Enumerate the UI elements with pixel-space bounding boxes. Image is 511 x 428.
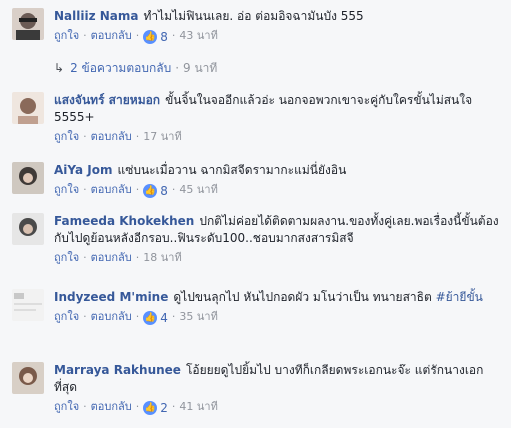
- comment-text-row: Fameeda Khokekhen ปกติไม่ค่อยได้ติดตามผลง…: [54, 213, 499, 247]
- comment-author[interactable]: Fameeda Khokekhen: [54, 214, 194, 228]
- reply-arrow-icon: ↳: [54, 61, 65, 75]
- reply-link[interactable]: ตอบกลับ: [91, 400, 132, 413]
- like-link[interactable]: ถูกใจ: [54, 310, 79, 323]
- like-link[interactable]: ถูกใจ: [54, 251, 79, 264]
- comment-text: แซ่บนะเมื่อวาน ฉากมิสจีดรามากะแม่นี่ยังอ…: [117, 163, 347, 177]
- replies-label: 2 ข้อความตอบกลับ: [70, 61, 172, 75]
- reaction-count[interactable]: 👍 2: [143, 401, 168, 415]
- like-link[interactable]: ถูกใจ: [54, 400, 79, 413]
- avatar[interactable]: [12, 92, 44, 124]
- comment-actions: ถูกใจ · ตอบกลับ · 👍 8 · 43 นาที: [54, 29, 218, 44]
- thumbs-up-icon: 👍: [143, 311, 158, 325]
- replies-time: 9 นาที: [183, 61, 218, 75]
- thumbs-up-icon: 👍: [143, 401, 158, 415]
- avatar[interactable]: [12, 213, 44, 245]
- like-link[interactable]: ถูกใจ: [54, 130, 79, 143]
- comment-time[interactable]: 17 นาที: [143, 130, 181, 143]
- view-replies-link[interactable]: ↳ 2 ข้อความตอบกลับ · 9 นาที: [54, 59, 217, 78]
- comment-time[interactable]: 18 นาที: [143, 251, 181, 264]
- reply-link[interactable]: ตอบกลับ: [91, 29, 132, 42]
- reaction-count[interactable]: 👍 4: [143, 311, 168, 325]
- reaction-count[interactable]: 👍 8: [143, 30, 168, 44]
- avatar[interactable]: [12, 162, 44, 194]
- hashtag-link[interactable]: #ย้ายีขั้น: [436, 290, 483, 304]
- comment-actions: ถูกใจ · ตอบกลับ · 👍 8 · 45 นาที: [54, 183, 218, 198]
- thumbs-up-icon: 👍: [143, 30, 158, 44]
- avatar[interactable]: [12, 289, 44, 321]
- reply-link[interactable]: ตอบกลับ: [91, 310, 132, 323]
- comment-text: ทำไมไม่ฟินนเลย. อ่อ ต่อมอิจฉามันบัง 555: [143, 9, 364, 23]
- comment-text-row: AiYa Jom แซ่บนะเมื่อวาน ฉากมิสจีดรามากะแม…: [54, 162, 507, 179]
- comment-author[interactable]: Marraya Rakhunee: [54, 363, 181, 377]
- comment-author[interactable]: Nalliiz Nama: [54, 9, 139, 23]
- comment-author[interactable]: แสงจันทร์ สายหมอก: [54, 93, 160, 107]
- comment-author[interactable]: AiYa Jom: [54, 163, 112, 177]
- like-link[interactable]: ถูกใจ: [54, 183, 79, 196]
- comment-actions: ถูกใจ · ตอบกลับ · 17 นาที: [54, 130, 182, 143]
- avatar[interactable]: [12, 8, 44, 40]
- comment-time[interactable]: 45 นาที: [179, 183, 217, 196]
- comment-actions: ถูกใจ · ตอบกลับ · 👍 4 · 35 นาที: [54, 310, 218, 325]
- comment-time[interactable]: 35 นาที: [179, 310, 217, 323]
- thumbs-up-icon: 👍: [143, 184, 158, 198]
- reaction-count[interactable]: 👍 8: [143, 184, 168, 198]
- comment-text-row: แสงจันทร์ สายหมอก ขั้นจิ้นในจออีกแล้วอ่ะ …: [54, 92, 499, 126]
- comment-text-row: Marraya Rakhunee โอ้ยยยดูไปยิ้มไป บางทีก็…: [54, 362, 499, 396]
- comment-actions: ถูกใจ · ตอบกลับ · 👍 2 · 41 นาที: [54, 400, 218, 415]
- comment-text: ดูไปขนลุกไป หันไปกอดผัว มโนว่าเป็น ทนายส…: [173, 290, 432, 304]
- reply-link[interactable]: ตอบกลับ: [91, 130, 132, 143]
- like-link[interactable]: ถูกใจ: [54, 29, 79, 42]
- comment-time[interactable]: 43 นาที: [179, 29, 217, 42]
- comment-text-row: Nalliiz Nama ทำไมไม่ฟินนเลย. อ่อ ต่อมอิจฉ…: [54, 8, 507, 25]
- comment-feed: Nalliiz Nama ทำไมไม่ฟินนเลย. อ่อ ต่อมอิจฉ…: [0, 0, 511, 428]
- comment-time[interactable]: 41 นาที: [179, 400, 217, 413]
- avatar[interactable]: [12, 362, 44, 394]
- comment-text-row: Indyzeed M'mine ดูไปขนลุกไป หันไปกอดผัว ม…: [54, 289, 507, 306]
- comment-author[interactable]: Indyzeed M'mine: [54, 290, 168, 304]
- reply-link[interactable]: ตอบกลับ: [91, 251, 132, 264]
- comment-actions: ถูกใจ · ตอบกลับ · 18 นาที: [54, 251, 182, 264]
- reply-link[interactable]: ตอบกลับ: [91, 183, 132, 196]
